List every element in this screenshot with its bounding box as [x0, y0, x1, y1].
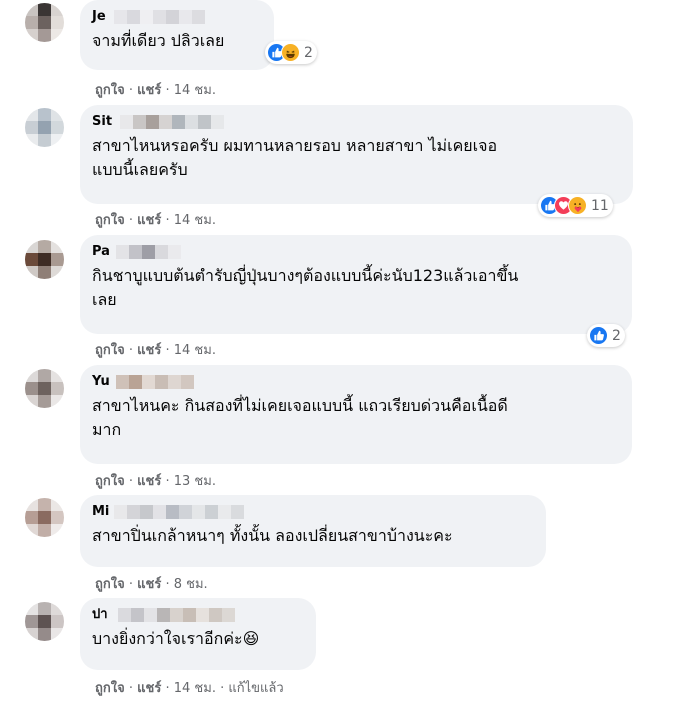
reaction-count: 2 [304, 44, 313, 61]
separator: · [165, 213, 170, 228]
separator: · [128, 474, 133, 489]
name-blur [114, 10, 205, 24]
share-link[interactable]: แชร์ [137, 474, 161, 489]
commenter-name[interactable]: Sit [92, 113, 621, 131]
name-blur [116, 245, 181, 259]
commenter-name[interactable]: Yu [92, 373, 620, 391]
comment-text: สาขาปิ่นเกล้าหนาๆ ทั้งนั้น ลองเปลี่ยนสาข… [92, 526, 453, 545]
name-blur [114, 505, 244, 519]
reaction-count: 11 [591, 197, 609, 214]
share-link[interactable]: แชร์ [137, 577, 161, 592]
like-link[interactable]: ถูกใจ [95, 681, 125, 696]
separator: · [165, 474, 170, 489]
comment-bubble: Je จามที่เดียว ปลิวเลย [80, 0, 274, 70]
comment-text: กินชาบูแบบต้นตำรับญี่ปุ่นบางๆต้องแบบนี้ค… [92, 266, 519, 309]
comment-actions: ถูกใจ · แชร์ · 14 ชม. · แก้ไขแล้ว [95, 677, 284, 698]
share-link[interactable]: แชร์ [137, 213, 161, 228]
timestamp[interactable]: 14 ชม. [174, 213, 216, 228]
separator: · [220, 681, 225, 696]
comment-actions: ถูกใจ · แชร์ · 13 ชม. [95, 470, 216, 491]
timestamp[interactable]: 14 ชม. [174, 681, 216, 696]
timestamp[interactable]: 8 ชม. [174, 577, 208, 592]
name-blur [120, 115, 224, 129]
like-link[interactable]: ถูกใจ [95, 474, 125, 489]
comment-actions: ถูกใจ · แชร์ · 14 ชม. [95, 79, 216, 100]
separator: · [128, 213, 133, 228]
separator: · [128, 83, 133, 98]
avatar[interactable] [25, 369, 64, 408]
separator: · [128, 681, 133, 696]
timestamp[interactable]: 14 ชม. [174, 83, 216, 98]
reaction-summary[interactable]: 2 [265, 41, 317, 64]
share-link[interactable]: แชร์ [137, 681, 161, 696]
comment-text: จามที่เดียว ปลิวเลย [92, 31, 225, 50]
like-reaction-icon [589, 326, 608, 345]
comment-bubble: Yu สาขาไหนคะ กินสองที่ไม่เคยเจอแบบนี้ แถ… [80, 365, 632, 464]
share-link[interactable]: แชร์ [137, 343, 161, 358]
avatar[interactable] [25, 108, 64, 147]
like-link[interactable]: ถูกใจ [95, 577, 125, 592]
commenter-name[interactable]: Mi [92, 503, 534, 521]
comment-bubble: Pa กินชาบูแบบต้นตำรับญี่ปุ่นบางๆต้องแบบน… [80, 235, 632, 334]
haha-reaction-icon [281, 43, 300, 62]
comment-actions: ถูกใจ · แชร์ · 14 ชม. [95, 339, 216, 360]
separator: · [128, 577, 133, 592]
comment-actions: ถูกใจ · แชร์ · 8 ชม. [95, 573, 208, 594]
separator: · [165, 83, 170, 98]
edited-label[interactable]: แก้ไขแล้ว [228, 681, 283, 696]
comment-text: สาขาไหนคะ กินสองที่ไม่เคยเจอแบบนี้ แถวเร… [92, 396, 508, 439]
comment-bubble: Sit สาขาไหนหรอครับ ผมทานหลายรอบ หลายสาขา… [80, 105, 633, 204]
commenter-name[interactable]: ปา [92, 606, 304, 624]
avatar[interactable] [25, 240, 64, 279]
name-blur [116, 375, 194, 389]
separator: · [165, 681, 170, 696]
like-link[interactable]: ถูกใจ [95, 343, 125, 358]
share-link[interactable]: แชร์ [137, 83, 161, 98]
like-link[interactable]: ถูกใจ [95, 83, 125, 98]
comment-bubble: Mi สาขาปิ่นเกล้าหนาๆ ทั้งนั้น ลองเปลี่ยน… [80, 495, 546, 567]
separator: · [165, 343, 170, 358]
reaction-summary[interactable]: 11 [538, 194, 613, 217]
comment-text: บางยิ่งกว่าใจเราอีกค่ะ😆 [92, 629, 260, 648]
care-reaction-icon [568, 196, 587, 215]
name-blur [118, 608, 235, 622]
separator: · [165, 577, 170, 592]
commenter-name[interactable]: Je [92, 8, 262, 26]
comment-actions: ถูกใจ · แชร์ · 14 ชม. [95, 209, 216, 230]
avatar[interactable] [25, 498, 64, 537]
like-link[interactable]: ถูกใจ [95, 213, 125, 228]
commenter-name[interactable]: Pa [92, 243, 620, 261]
avatar[interactable] [25, 602, 64, 641]
timestamp[interactable]: 14 ชม. [174, 343, 216, 358]
comment-text: สาขาไหนหรอครับ ผมทานหลายรอบ หลายสาขา ไม่… [92, 136, 498, 179]
separator: · [128, 343, 133, 358]
reaction-count: 2 [612, 327, 621, 344]
avatar[interactable] [25, 3, 64, 42]
comment-bubble: ปา บางยิ่งกว่าใจเราอีกค่ะ😆 [80, 598, 316, 670]
timestamp[interactable]: 13 ชม. [174, 474, 216, 489]
reaction-summary[interactable]: 2 [587, 324, 625, 347]
